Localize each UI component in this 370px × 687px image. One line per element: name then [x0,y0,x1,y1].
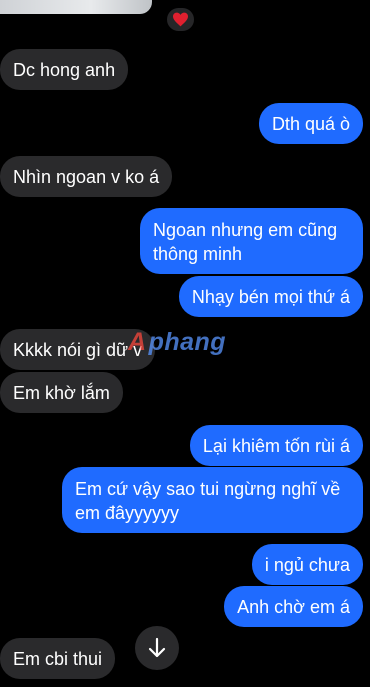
message-text: Nhạy bén mọi thứ á [191,286,350,307]
message-text: Kkkk nói gì dữ v [13,339,143,360]
message-text: Ngoan nhưng em cũng thông minh [153,220,338,264]
message-outgoing[interactable]: Ngoan nhưng em cũng thông minh [140,208,363,274]
message-incoming[interactable]: Dc hong anh [0,49,129,90]
message-incoming[interactable]: Nhìn ngoan v ko á [0,156,173,197]
message-text: Em cbi thui [13,648,103,669]
message-text: Nhìn ngoan v ko á [13,166,160,187]
watermark-text: phang [148,327,227,356]
heart-icon [173,12,188,27]
message-text: Dc hong anh [13,59,116,80]
message-outgoing[interactable]: Anh chờ em á [224,586,363,627]
message-text: Em khờ lắm [13,382,110,403]
arrow-down-icon [148,637,166,658]
message-text: Lại khiêm tốn rùi á [202,435,350,456]
message-outgoing[interactable]: Em cứ vậy sao tui ngừng nghĩ về em đâyyy… [62,467,363,533]
message-incoming[interactable]: Em khờ lắm [0,372,123,413]
message-text: Dth quá ò [271,113,350,134]
watermark-logo: Aphang [128,328,226,356]
message-text: Em cứ vậy sao tui ngừng nghĩ về em đâyyy… [75,479,341,523]
message-outgoing[interactable]: Dth quá ò [258,103,363,144]
message-text: i ngủ chưa [264,554,350,575]
message-incoming[interactable]: Em cbi thui [0,638,116,679]
message-text: Anh chờ em á [237,596,350,617]
message-outgoing[interactable]: i ngủ chưa [251,544,363,585]
message-outgoing[interactable]: Nhạy bén mọi thứ á [178,276,363,317]
watermark-logo-letter: A [128,327,147,356]
previous-message-image[interactable] [0,0,152,14]
message-outgoing[interactable]: Lại khiêm tốn rùi á [189,425,363,466]
scroll-to-bottom-button[interactable] [135,626,179,670]
heart-reaction[interactable] [164,5,197,34]
